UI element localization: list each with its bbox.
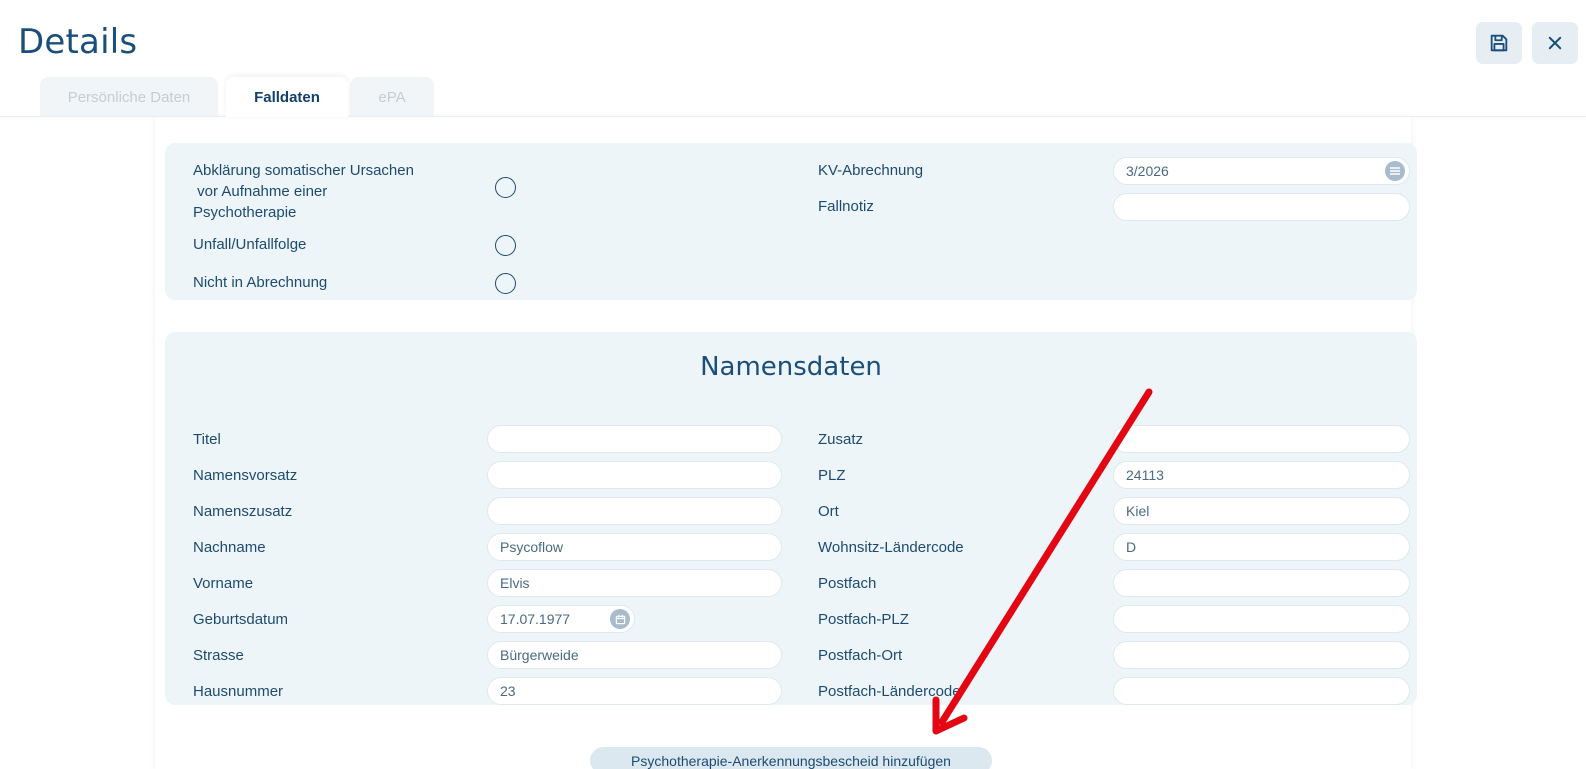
case-note-field[interactable]: [1113, 193, 1410, 221]
po-box-label: Postfach: [818, 575, 877, 592]
case-note-label: Fallnotiz: [818, 198, 874, 215]
house-number-label: Hausnummer: [193, 683, 284, 700]
name-prefix-label: Namensvorsatz: [193, 467, 298, 484]
po-box-postal-code-label: Postfach-PLZ: [818, 611, 909, 628]
kv-billing-field[interactable]: 3/2026: [1113, 157, 1410, 185]
section-title: Namensdaten: [700, 352, 882, 382]
po-box-field[interactable]: [1113, 569, 1410, 597]
close-icon: [1548, 36, 1562, 50]
first-name-label: Vorname: [193, 575, 254, 592]
po-box-country-code-field[interactable]: [1113, 677, 1410, 705]
postal-code-label: PLZ: [818, 467, 846, 484]
last-name-field[interactable]: Psycoflow: [487, 533, 782, 561]
name-suffix-field[interactable]: [487, 497, 782, 525]
save-button[interactable]: [1476, 22, 1522, 64]
kv-billing-label: KV-Abrechnung: [818, 162, 924, 179]
addition-field[interactable]: [1113, 425, 1410, 453]
accident-label: Unfall/Unfallfolge: [193, 236, 307, 253]
tab-epa[interactable]: ePA: [350, 77, 434, 117]
tab-falldaten[interactable]: Falldaten: [226, 77, 348, 117]
po-box-postal-code-field[interactable]: [1113, 605, 1410, 633]
add-recognition-button[interactable]: Psychotherapie-Anerkennungsbescheid hinz…: [590, 747, 992, 769]
last-name-label: Nachname: [193, 539, 266, 556]
birth-date-value: 17.07.1977: [500, 611, 571, 627]
somatic-cause-radio[interactable]: [495, 177, 516, 198]
country-code-field[interactable]: D: [1113, 533, 1410, 561]
addition-label: Zusatz: [818, 431, 864, 448]
somatic-cause-label-line: vor Aufnahme einer: [193, 183, 328, 200]
street-field[interactable]: Bürgerweide: [487, 641, 782, 669]
not-billing-radio[interactable]: [495, 273, 516, 294]
street-label: Strasse: [193, 647, 244, 664]
po-box-country-code-label: Postfach-Ländercode: [818, 683, 961, 700]
first-name-field[interactable]: Elvis: [487, 569, 782, 597]
tab-persoenliche-daten[interactable]: Persönliche Daten: [40, 77, 218, 117]
calendar-icon[interactable]: [610, 609, 630, 629]
city-label: Ort: [818, 503, 839, 520]
city-field[interactable]: Kiel: [1113, 497, 1410, 525]
close-button[interactable]: [1532, 22, 1578, 64]
po-box-city-field[interactable]: [1113, 641, 1410, 669]
page-title: Details: [18, 22, 138, 62]
title-label: Titel: [193, 431, 221, 448]
somatic-cause-label-line: Abklärung somatischer Ursachen: [193, 162, 414, 179]
birth-date-field[interactable]: 17.07.1977: [487, 605, 635, 633]
birth-date-label: Geburtsdatum: [193, 611, 289, 628]
country-code-label: Wohnsitz-Ländercode: [818, 539, 964, 556]
somatic-cause-label: Abklärung somatischer Ursachen vor Aufna…: [193, 160, 414, 223]
po-box-city-label: Postfach-Ort: [818, 647, 903, 664]
house-number-field[interactable]: 23: [487, 677, 782, 705]
list-icon[interactable]: [1385, 161, 1405, 181]
somatic-cause-label-line: Psychotherapie: [193, 204, 297, 221]
postal-code-field[interactable]: 24113: [1113, 461, 1410, 489]
name-suffix-label: Namenszusatz: [193, 503, 293, 520]
accident-radio[interactable]: [495, 235, 516, 256]
title-field[interactable]: [487, 425, 782, 453]
kv-billing-value: 3/2026: [1126, 163, 1169, 179]
not-billing-label: Nicht in Abrechnung: [193, 274, 328, 291]
name-prefix-field[interactable]: [487, 461, 782, 489]
save-icon: [1490, 34, 1508, 52]
